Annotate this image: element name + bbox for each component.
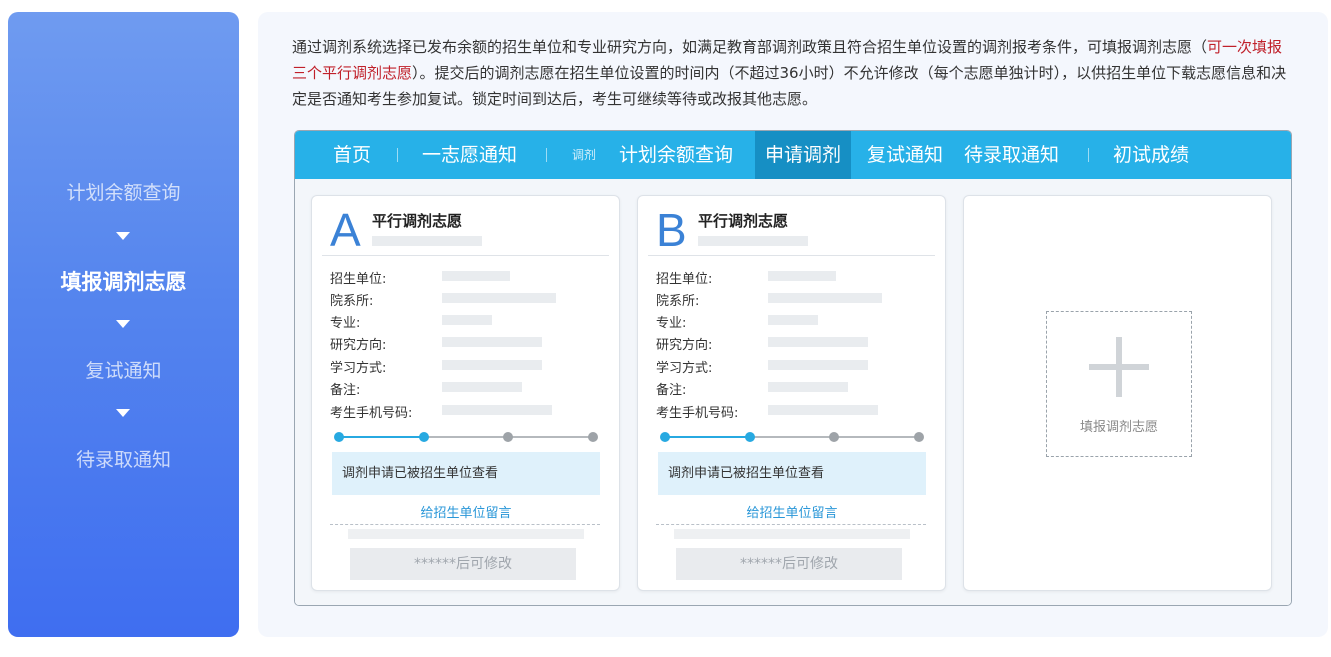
- chevron-down-icon: [116, 409, 130, 417]
- placeholder-bar: [442, 382, 522, 392]
- placeholder-bar: [348, 529, 584, 539]
- chevron-down-icon: [116, 232, 130, 240]
- modify-button[interactable]: ******后可修改: [676, 548, 902, 580]
- modify-button[interactable]: ******后可修改: [350, 548, 576, 580]
- progress-step-dot: [660, 432, 670, 442]
- progress-step-dot: [588, 432, 598, 442]
- nav-separator: [1088, 148, 1089, 162]
- progress-segment: [665, 436, 750, 438]
- nav-first-choice-notice[interactable]: 一志愿通知: [422, 131, 517, 179]
- placeholder-bar: [698, 236, 808, 246]
- dashed-divider: [656, 524, 926, 525]
- progress-step-dot: [744, 432, 755, 442]
- placeholder-bar: [442, 271, 510, 281]
- card-title: 平行调剂志愿: [698, 212, 789, 230]
- field-label: 备注:: [656, 383, 687, 398]
- card-letter: A: [330, 204, 361, 256]
- field-label: 院系所:: [330, 294, 374, 309]
- placeholder-bar: [768, 271, 836, 281]
- chevron-down-icon: [116, 320, 130, 328]
- field-label: 备注:: [330, 383, 361, 398]
- top-nav: 首页 一志愿通知 调剂 计划余额查询 申请调剂 复试通知 待录取通知 初试成绩: [295, 131, 1291, 179]
- progress-step-dot: [829, 432, 840, 442]
- card-title: 平行调剂志愿: [372, 212, 463, 230]
- progress-step-dot: [418, 432, 429, 442]
- description-part1: 通过调剂系统选择已发布余额的招生单位和专业研究方向，如满足教育部调剂政策且符合招…: [292, 38, 1208, 56]
- placeholder-bar: [768, 337, 868, 347]
- nav-adjust-label: 调剂: [572, 148, 597, 162]
- step-fill-adjustment[interactable]: 填报调剂志愿: [8, 266, 239, 296]
- field-label: 考生手机号码:: [330, 406, 413, 421]
- description-text: 通过调剂系统选择已发布余额的招生单位和专业研究方向，如满足教育部调剂政策且符合招…: [292, 34, 1294, 112]
- progress-segment: [508, 436, 593, 438]
- step-retest-notice[interactable]: 复试通知: [8, 356, 239, 383]
- progress-step-dot: [503, 432, 514, 442]
- field-label: 学习方式:: [330, 361, 387, 376]
- description-part2: ）。提交后的调剂志愿在招生单位设置的时间内（不超过36小时）不允许修改（每个志愿…: [292, 64, 1287, 108]
- divider: [648, 255, 935, 256]
- step-panel: 计划余额查询 填报调剂志愿 复试通知 待录取通知: [8, 12, 239, 637]
- field-label: 学习方式:: [656, 361, 713, 376]
- progress-step-dot: [914, 432, 924, 442]
- placeholder-bar: [442, 315, 492, 325]
- add-choice-label: 填报调剂志愿: [1079, 420, 1158, 435]
- window-content: A 平行调剂志愿 招生单位: 院系所: 专业: 研究方向: 学习方式: 备注: …: [295, 179, 1291, 605]
- field-label: 考生手机号码:: [656, 406, 739, 421]
- field-label: 专业:: [330, 316, 361, 331]
- dashed-divider: [330, 524, 600, 525]
- card-letter: B: [656, 204, 687, 256]
- field-label: 研究方向:: [656, 338, 713, 353]
- progress-segment: [339, 436, 424, 438]
- field-label: 院系所:: [656, 294, 700, 309]
- field-label: 招生单位:: [330, 272, 387, 287]
- progress-timeline: [334, 432, 598, 442]
- placeholder-bar: [372, 236, 482, 246]
- placeholder-bar: [768, 293, 882, 303]
- placeholder-bar: [674, 529, 910, 539]
- placeholder-bar: [768, 405, 878, 415]
- nav-retest-notice[interactable]: 复试通知: [867, 131, 943, 179]
- mock-window: 首页 一志愿通知 调剂 计划余额查询 申请调剂 复试通知 待录取通知 初试成绩 …: [294, 130, 1292, 606]
- placeholder-bar: [768, 315, 818, 325]
- nav-separator: [546, 148, 547, 162]
- placeholder-bar: [442, 337, 542, 347]
- nav-plan-balance-query[interactable]: 计划余额查询: [619, 131, 733, 179]
- step-pending-admission[interactable]: 待录取通知: [8, 445, 239, 472]
- progress-segment: [749, 436, 835, 438]
- progress-segment: [834, 436, 919, 438]
- nav-separator: [397, 148, 398, 162]
- placeholder-bar: [768, 382, 848, 392]
- nav-home[interactable]: 首页: [333, 131, 371, 179]
- placeholder-bar: [442, 360, 542, 370]
- step-plan-balance-query[interactable]: 计划余额查询: [8, 178, 239, 205]
- field-label: 招生单位:: [656, 272, 713, 287]
- divider: [322, 255, 609, 256]
- nav-pending-admission[interactable]: 待录取通知: [964, 131, 1059, 179]
- message-link[interactable]: 给招生单位留言: [658, 502, 926, 521]
- progress-timeline: [660, 432, 924, 442]
- nav-apply-adjustment[interactable]: 申请调剂: [755, 131, 851, 179]
- nav-exam-scores[interactable]: 初试成绩: [1113, 131, 1189, 179]
- choice-card-a: A 平行调剂志愿 招生单位: 院系所: 专业: 研究方向: 学习方式: 备注: …: [311, 195, 620, 591]
- message-link[interactable]: 给招生单位留言: [332, 502, 600, 521]
- progress-step-dot: [334, 432, 344, 442]
- main-panel: 通过调剂系统选择已发布余额的招生单位和专业研究方向，如满足教育部调剂政策且符合招…: [258, 12, 1328, 637]
- choice-card-b: B 平行调剂志愿 招生单位: 院系所: 专业: 研究方向: 学习方式: 备注: …: [637, 195, 946, 591]
- status-box: 调剂申请已被招生单位查看: [332, 452, 600, 495]
- add-choice-card[interactable]: 填报调剂志愿: [963, 195, 1272, 591]
- plus-icon: [1116, 337, 1122, 397]
- field-label: 研究方向:: [330, 338, 387, 353]
- progress-segment: [423, 436, 509, 438]
- placeholder-bar: [442, 293, 556, 303]
- placeholder-bar: [768, 360, 868, 370]
- add-choice-box[interactable]: 填报调剂志愿: [1046, 311, 1192, 457]
- status-box: 调剂申请已被招生单位查看: [658, 452, 926, 495]
- placeholder-bar: [442, 405, 552, 415]
- field-label: 专业:: [656, 316, 687, 331]
